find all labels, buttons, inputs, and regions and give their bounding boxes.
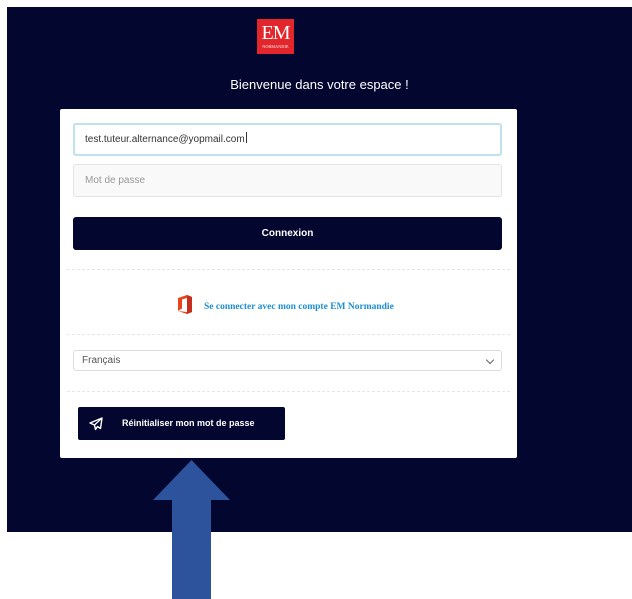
arrow-up-icon	[153, 460, 230, 599]
em-normandie-logo: EM NORMANDIE	[257, 19, 294, 54]
language-select[interactable]: Français	[73, 350, 502, 371]
password-field[interactable]: Mot de passe	[73, 164, 502, 197]
page: EM NORMANDIE Bienvenue dans votre espace…	[0, 0, 632, 599]
reset-password-label: Réinitialiser mon mot de passe	[122, 418, 255, 428]
email-field[interactable]: test.tuteur.alternance@yopmail.com	[73, 123, 502, 156]
office-icon	[178, 294, 192, 314]
reset-password-button[interactable]: Réinitialiser mon mot de passe	[78, 407, 285, 440]
microsoft-login-label: Se connecter avec mon compte EM Normandi…	[204, 302, 394, 312]
logo-subtitle: NORMANDIE	[262, 44, 289, 49]
microsoft-login-link[interactable]: Se connecter avec mon compte EM Normandi…	[176, 292, 394, 316]
divider	[67, 391, 510, 392]
login-card: test.tuteur.alternance@yopmail.com Mot d…	[60, 109, 517, 458]
text-caret	[245, 132, 247, 143]
language-selected-value: Français	[82, 355, 121, 366]
connexion-button[interactable]: Connexion	[73, 217, 502, 250]
logo-monogram: EM	[261, 22, 291, 44]
welcome-heading: Bienvenue dans votre espace !	[230, 77, 409, 92]
login-screen: EM NORMANDIE Bienvenue dans votre espace…	[7, 7, 632, 532]
password-placeholder: Mot de passe	[85, 175, 146, 186]
email-value: test.tuteur.alternance@yopmail.com	[85, 134, 245, 145]
chevron-down-icon	[485, 355, 495, 365]
divider	[67, 269, 510, 270]
divider	[67, 334, 510, 335]
paper-plane-icon	[89, 417, 103, 431]
